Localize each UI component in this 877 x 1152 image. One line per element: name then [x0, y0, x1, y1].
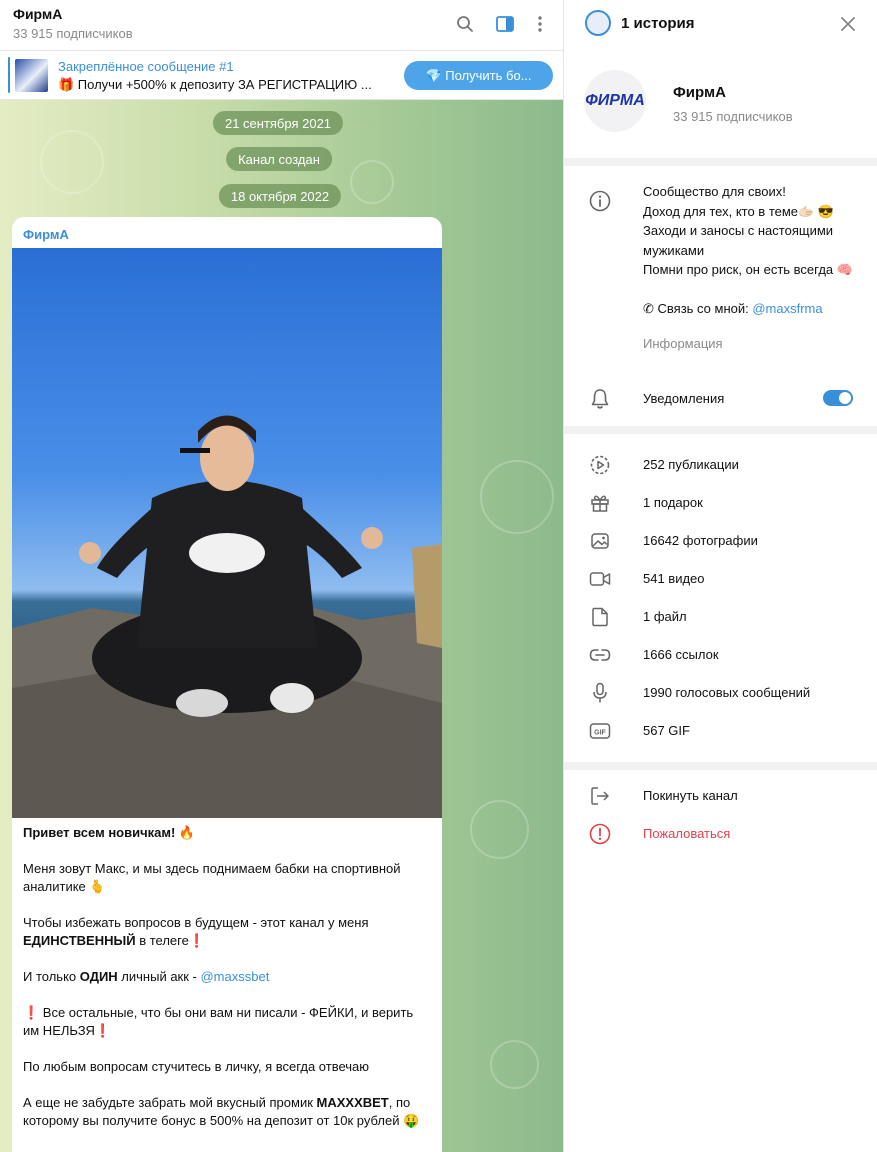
media-row-videos[interactable]: 541 видео — [643, 571, 705, 586]
post-photo[interactable] — [12, 248, 442, 818]
channel-name: ФирмА — [673, 84, 726, 101]
media-row-links[interactable]: 1666 ссылок — [643, 647, 719, 662]
story-avatar[interactable] — [585, 10, 611, 36]
post-text-span: И только — [23, 969, 80, 984]
background-doodle — [350, 160, 394, 204]
channel-title[interactable]: ФирмА — [13, 6, 62, 22]
leave-channel-button[interactable]: Покинуть канал — [643, 788, 738, 803]
pinned-title: Закреплённое сообщение #1 — [58, 59, 234, 74]
promo-code: MAXXXBET — [316, 1095, 389, 1110]
panel-header: 1 история — [564, 0, 877, 48]
description-line: Помни про риск, он есть всегда 🧠 — [643, 262, 853, 277]
post-paragraph: По любым вопросам стучитесь в личку, я в… — [23, 1059, 370, 1074]
info-caption: Информация — [643, 336, 723, 351]
background-doodle — [480, 460, 554, 534]
close-icon[interactable] — [836, 12, 860, 36]
channel-description: Сообщество для своих! Доход для тех, кто… — [643, 182, 863, 318]
date-separator: 21 сентября 2021 — [212, 111, 344, 135]
post-text-span: Чтобы избежать вопросов в будущем - этот… — [23, 915, 369, 930]
link-icon — [588, 643, 612, 667]
media-row-gifts[interactable]: 1 подарок — [643, 495, 703, 510]
pinned-thumbnail — [15, 59, 48, 92]
report-button[interactable]: Пожаловаться — [643, 826, 730, 841]
description-line: Сообщество для своих! — [643, 184, 786, 199]
pinned-message-bar[interactable]: Закреплённое сообщение #1 🎁 Получи +500%… — [0, 51, 563, 100]
background-doodle — [490, 1040, 539, 1089]
media-row-photos[interactable]: 16642 фотографии — [643, 533, 758, 548]
avatar-logo-text: ФИРМА — [585, 92, 645, 109]
background-doodle — [40, 130, 104, 194]
post-text-bold: ЕДИНСТВЕННЫЙ — [23, 933, 136, 948]
info-icon — [588, 189, 612, 213]
file-icon — [588, 605, 612, 629]
channel-subscribers: 33 915 подписчиков — [673, 109, 793, 124]
pinned-indicator — [8, 57, 10, 93]
leave-icon — [588, 784, 612, 808]
subscriber-count: 33 915 подписчиков — [13, 26, 133, 41]
pinned-text: 🎁 Получи +500% к депозиту ЗА РЕГИСТРАЦИЮ… — [58, 77, 372, 92]
photo-illustration — [12, 415, 442, 818]
profile-section: ФИРМА ФирмА 33 915 подписчиков — [564, 48, 877, 158]
channel-info-panel: 1 история ФИРМА ФирмА 33 915 подписчиков… — [564, 0, 877, 1152]
bell-icon — [588, 387, 612, 411]
section-separator — [564, 158, 877, 166]
section-separator — [564, 426, 877, 434]
post-author[interactable]: ФирмА — [23, 227, 69, 242]
post-paragraph: Меня зовут Макс, и мы здесь поднимаем ба… — [23, 861, 401, 894]
post-paragraph: ❗ Все остальные, что бы они вам ни писал… — [23, 1005, 414, 1038]
gif-icon: GIF — [588, 719, 612, 743]
post-text: Привет всем новичкам! 🔥 Меня зовут Макс,… — [23, 824, 431, 1148]
description-line: Доход для тех, кто в теме🫱🏻 😎 — [643, 203, 835, 219]
section-separator — [564, 762, 877, 770]
sidebar-toggle-icon[interactable] — [493, 12, 517, 36]
svg-text:GIF: GIF — [594, 730, 606, 737]
get-bonus-button[interactable]: 💎 Получить бо... — [404, 61, 553, 90]
service-message: Канал создан — [226, 147, 332, 171]
microphone-icon — [588, 681, 612, 705]
chat-header[interactable]: ФирмА 33 915 подписчиков — [0, 0, 563, 51]
more-vertical-icon[interactable] — [528, 12, 552, 36]
search-icon[interactable] — [453, 12, 477, 36]
contact-label: ✆ Связь со мной: — [643, 300, 753, 316]
publications-icon — [588, 453, 612, 477]
chat-column: ФирмА 33 915 подписчиков Закреплённое со… — [0, 0, 563, 1152]
chat-background: 21 сентября 2021 Канал создан 18 октября… — [0, 100, 563, 1152]
post-text-bold: ОДИН — [79, 969, 118, 984]
description-line: Заходи и заносы с настоящими мужиками — [643, 223, 834, 258]
username-link[interactable]: @maxssbet — [200, 969, 269, 984]
notifications-label: Уведомления — [643, 391, 725, 406]
post-text-span: в телеге❗ — [135, 933, 206, 948]
post-paragraph: Привет всем новичкам! 🔥 — [23, 825, 196, 840]
channel-avatar[interactable]: ФИРМА — [584, 70, 646, 132]
date-separator: 18 октября 2022 — [218, 184, 342, 208]
media-row-files[interactable]: 1 файл — [643, 609, 687, 624]
media-row-voice[interactable]: 1990 голосовых сообщений — [643, 685, 810, 700]
post-text-span: личный акк - — [117, 969, 201, 984]
media-row-gifs[interactable]: 567 GIF — [643, 723, 690, 738]
photo-icon — [588, 529, 612, 553]
background-doodle — [470, 800, 529, 859]
stories-title[interactable]: 1 история — [621, 15, 695, 32]
video-icon — [588, 567, 612, 591]
gift-icon — [588, 491, 612, 515]
contact-link[interactable]: @maxsfrma — [752, 301, 822, 316]
report-icon — [588, 822, 612, 846]
notifications-toggle[interactable] — [823, 390, 853, 406]
channel-post[interactable]: ФирмА Привет всем новичкам! 🔥 Меня зовут… — [12, 217, 442, 1152]
media-row-publications[interactable]: 252 публикации — [643, 457, 739, 472]
post-text-span: А еще не забудьте забрать мой вкусный пр… — [23, 1095, 317, 1110]
